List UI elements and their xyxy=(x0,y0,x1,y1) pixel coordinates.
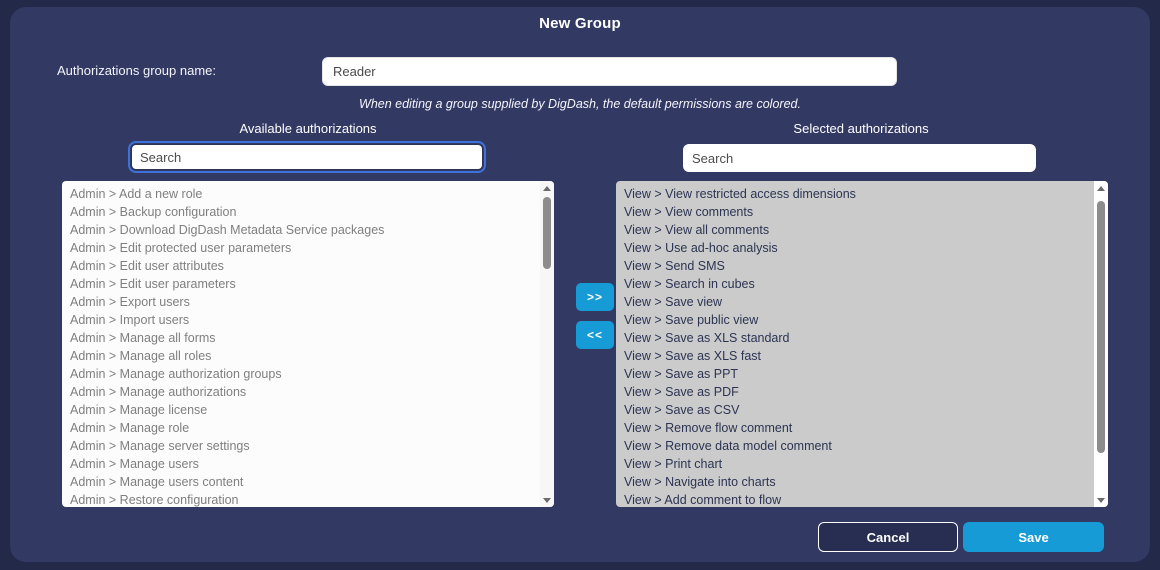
selected-scroll-track[interactable] xyxy=(1094,195,1108,493)
list-item[interactable]: View > Save as PPT xyxy=(624,365,1094,383)
scroll-down-icon[interactable] xyxy=(1094,493,1108,507)
list-item[interactable]: Admin > Manage authorizations xyxy=(70,383,540,401)
available-scroll-thumb[interactable] xyxy=(543,197,551,269)
list-item[interactable]: View > View comments xyxy=(624,203,1094,221)
list-item[interactable]: Admin > Restore configuration xyxy=(70,491,540,507)
list-item[interactable]: View > Navigate into charts xyxy=(624,473,1094,491)
scroll-down-icon[interactable] xyxy=(540,493,554,507)
list-item[interactable]: View > Send SMS xyxy=(624,257,1094,275)
list-item[interactable]: Admin > Export users xyxy=(70,293,540,311)
list-item[interactable]: View > Search in cubes xyxy=(624,275,1094,293)
selected-search-input[interactable] xyxy=(683,144,1036,172)
group-name-label: Authorizations group name: xyxy=(57,63,216,78)
list-item[interactable]: View > Save as XLS standard xyxy=(624,329,1094,347)
list-item[interactable]: Admin > Manage license xyxy=(70,401,540,419)
list-item[interactable]: View > Save as XLS fast xyxy=(624,347,1094,365)
list-item[interactable]: View > Save view xyxy=(624,293,1094,311)
add-authorization-button[interactable]: >> xyxy=(576,283,614,311)
available-scrollbar[interactable] xyxy=(540,181,554,507)
list-item[interactable]: View > Save as CSV xyxy=(624,401,1094,419)
dialog-title: New Group xyxy=(539,15,621,32)
list-item[interactable]: Admin > Manage all forms xyxy=(70,329,540,347)
list-item[interactable]: Admin > Edit protected user parameters xyxy=(70,239,540,257)
list-item[interactable]: Admin > Manage server settings xyxy=(70,437,540,455)
list-item[interactable]: Admin > Manage authorization groups xyxy=(70,365,540,383)
list-item[interactable]: View > Remove data model comment xyxy=(624,437,1094,455)
save-button[interactable]: Save xyxy=(963,522,1104,552)
new-group-dialog: New Group Authorizations group name: Whe… xyxy=(10,7,1150,562)
selected-authorizations-list[interactable]: View > View restricted access dimensions… xyxy=(616,181,1108,507)
remove-authorization-button[interactable]: << xyxy=(576,321,614,349)
list-item[interactable]: View > View all comments xyxy=(624,221,1094,239)
list-item[interactable]: Admin > Manage all roles xyxy=(70,347,540,365)
selected-scroll-thumb[interactable] xyxy=(1097,201,1105,453)
list-item[interactable]: View > Save public view xyxy=(624,311,1094,329)
list-item[interactable]: Admin > Edit user parameters xyxy=(70,275,540,293)
list-item[interactable]: Admin > Import users xyxy=(70,311,540,329)
list-item[interactable]: Admin > Download DigDash Metadata Servic… xyxy=(70,221,540,239)
available-items: Admin > Add a new role Admin > Backup con… xyxy=(62,185,540,507)
list-item[interactable]: Admin > Manage role xyxy=(70,419,540,437)
available-search-focus-ring xyxy=(128,141,486,173)
list-item[interactable]: View > Print chart xyxy=(624,455,1094,473)
available-authorizations-list[interactable]: Admin > Add a new role Admin > Backup con… xyxy=(62,181,554,507)
list-item[interactable]: View > Use ad-hoc analysis xyxy=(624,239,1094,257)
list-item[interactable]: Admin > Manage users xyxy=(70,455,540,473)
available-scroll-track[interactable] xyxy=(540,195,554,493)
group-name-input[interactable] xyxy=(322,57,897,86)
list-item[interactable]: View > View restricted access dimensions xyxy=(624,185,1094,203)
cancel-button[interactable]: Cancel xyxy=(818,522,958,552)
selected-items: View > View restricted access dimensions… xyxy=(616,185,1094,507)
permissions-note: When editing a group supplied by DigDash… xyxy=(359,97,801,111)
available-search-input[interactable] xyxy=(131,144,483,170)
list-item[interactable]: Admin > Add a new role xyxy=(70,185,540,203)
list-item[interactable]: Admin > Manage users content xyxy=(70,473,540,491)
list-item[interactable]: View > Remove flow comment xyxy=(624,419,1094,437)
selected-scrollbar[interactable] xyxy=(1094,181,1108,507)
list-item[interactable]: View > Save as PDF xyxy=(624,383,1094,401)
list-item[interactable]: Admin > Edit user attributes xyxy=(70,257,540,275)
scroll-up-icon[interactable] xyxy=(1094,181,1108,195)
available-authorizations-header: Available authorizations xyxy=(239,121,377,136)
selected-authorizations-header: Selected authorizations xyxy=(793,121,929,136)
scroll-up-icon[interactable] xyxy=(540,181,554,195)
list-item[interactable]: View > Add comment to flow xyxy=(624,491,1094,507)
list-item[interactable]: Admin > Backup configuration xyxy=(70,203,540,221)
